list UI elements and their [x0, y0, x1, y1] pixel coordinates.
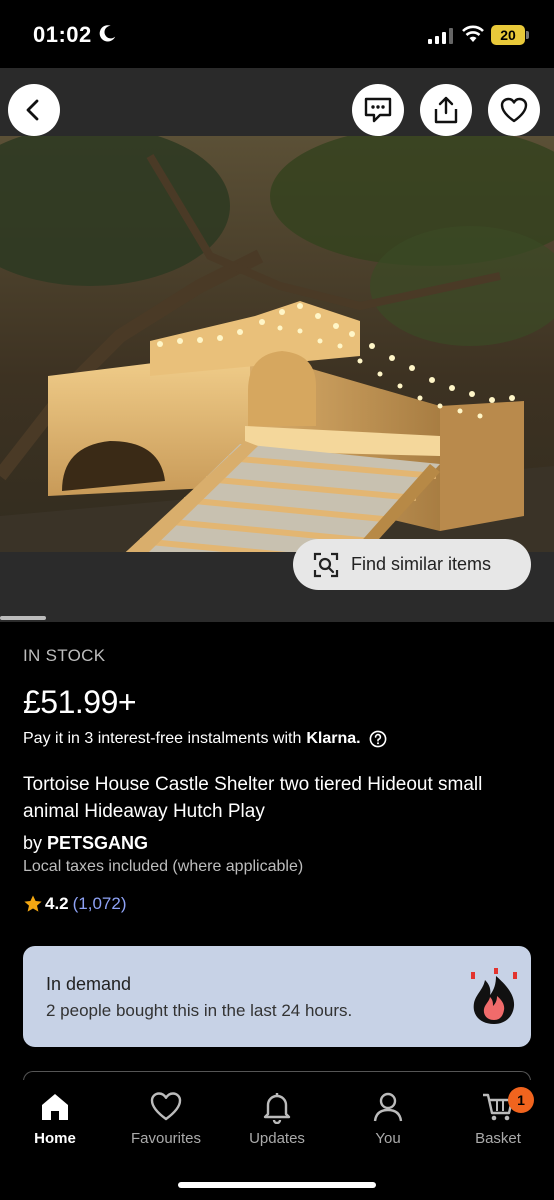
tab-you-label: You — [375, 1130, 401, 1147]
seller-prefix: by — [23, 833, 43, 853]
home-indicator — [178, 1182, 376, 1188]
message-icon — [364, 97, 392, 123]
review-count-link[interactable]: (1,072) — [73, 894, 127, 914]
tab-favourites[interactable]: Favourites — [111, 1090, 221, 1147]
klarna-brand: Klarna. — [306, 730, 361, 747]
in-demand-title: In demand — [46, 974, 132, 994]
tab-updates[interactable]: Updates — [222, 1090, 332, 1147]
favourite-button[interactable] — [488, 84, 540, 136]
product-image-gallery[interactable]: Find similar items — [0, 68, 554, 622]
signal-icon — [428, 28, 453, 44]
product-price: £51.99+ — [23, 684, 137, 720]
tab-home-label: Home — [34, 1130, 76, 1147]
tab-basket-label: Basket — [475, 1130, 521, 1147]
tab-basket[interactable]: Basket — [443, 1090, 553, 1147]
battery-level: 20 — [491, 25, 525, 45]
message-seller-button[interactable] — [352, 84, 404, 136]
person-icon — [373, 1092, 403, 1122]
gallery-scroll-indicator — [0, 616, 46, 620]
heart-icon — [150, 1092, 182, 1121]
back-button[interactable] — [8, 84, 60, 136]
tab-home[interactable]: Home — [0, 1090, 110, 1147]
status-bar: 01:02 20 — [0, 0, 554, 68]
find-similar-label: Find similar items — [351, 554, 492, 574]
in-demand-card: In demand 2 people bought this in the la… — [23, 946, 531, 1047]
visual-search-icon — [313, 552, 339, 577]
product-title: Tortoise House Castle Shelter two tiered… — [23, 774, 483, 822]
share-icon — [434, 96, 458, 124]
in-demand-text: 2 people bought this in the last 24 hour… — [46, 1001, 353, 1020]
heart-icon — [500, 97, 528, 123]
moon-icon — [99, 25, 116, 42]
bell-icon — [263, 1093, 291, 1124]
stock-status: IN STOCK — [23, 646, 106, 665]
help-icon[interactable] — [369, 730, 387, 748]
home-icon — [42, 1094, 68, 1120]
flame-icon — [471, 968, 517, 1024]
find-similar-button[interactable]: Find similar items — [293, 539, 531, 590]
tab-updates-label: Updates — [249, 1130, 305, 1147]
klarna-text: Pay it in 3 interest-free instalments wi… — [23, 730, 302, 747]
seller-line[interactable]: by PETSGANG — [23, 833, 148, 854]
rating-value: 4.2 — [45, 894, 69, 913]
share-button[interactable] — [420, 84, 472, 136]
klarna-line: Pay it in 3 interest-free instalments wi… — [23, 730, 387, 748]
wifi-icon — [462, 25, 484, 42]
status-time: 01:02 — [33, 22, 92, 47]
tab-you[interactable]: You — [333, 1090, 443, 1147]
battery-indicator: 20 — [491, 25, 529, 45]
battery-tip — [526, 31, 529, 39]
star-icon — [24, 895, 42, 912]
taxes-note: Local taxes included (where applicable) — [23, 858, 304, 875]
rating-summary[interactable]: 4.2 (1,072) — [23, 894, 127, 914]
basket-count-badge: 1 — [508, 1087, 534, 1113]
back-icon — [26, 99, 39, 121]
tab-favourites-label: Favourites — [130, 1130, 202, 1147]
seller-name[interactable]: PETSGANG — [47, 833, 148, 853]
